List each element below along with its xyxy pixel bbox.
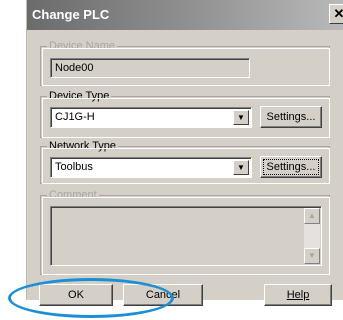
ok-button[interactable]: OK	[39, 284, 113, 306]
network-type-settings-button[interactable]: Settings...	[260, 156, 322, 178]
network-type-settings-label: Settings...	[266, 161, 316, 173]
title-bar: Change PLC ✕	[27, 0, 343, 30]
device-type-legend: Device Type	[47, 90, 112, 103]
device-name-legend: Device Name	[47, 40, 118, 53]
device-type-settings-button[interactable]: Settings...	[260, 106, 322, 128]
device-name-field: Node00	[50, 58, 250, 78]
dropdown-arrow-icon[interactable]: ▼	[233, 160, 249, 175]
scroll-down-icon[interactable]: ▼	[304, 248, 320, 264]
cancel-label: Cancel	[145, 289, 181, 301]
scroll-up-icon[interactable]: ▲	[304, 208, 320, 224]
dropdown-arrow-icon[interactable]: ▼	[233, 110, 249, 125]
cancel-button[interactable]: Cancel	[123, 284, 203, 306]
network-type-legend: Network Type	[47, 140, 119, 153]
close-icon[interactable]: ✕	[329, 4, 343, 24]
network-type-select[interactable]: Toolbus ▼	[50, 157, 252, 178]
comment-legend: Comment	[47, 189, 99, 202]
ok-label: OK	[68, 289, 84, 301]
device-type-settings-label: Settings...	[266, 111, 316, 123]
comment-textarea[interactable]: ▲ ▼	[50, 206, 322, 266]
help-label: Help	[286, 289, 310, 301]
change-plc-dialog: Change PLC ✕ Device Name Node00 Device T…	[26, 0, 343, 306]
comment-scrollbar[interactable]: ▲ ▼	[304, 208, 320, 264]
dialog-title: Change PLC	[32, 7, 110, 22]
device-type-select[interactable]: CJ1G-H ▼	[50, 107, 252, 128]
network-type-value: Toolbus	[55, 161, 93, 173]
help-button[interactable]: Help	[264, 284, 332, 306]
device-type-value: CJ1G-H	[55, 111, 95, 123]
